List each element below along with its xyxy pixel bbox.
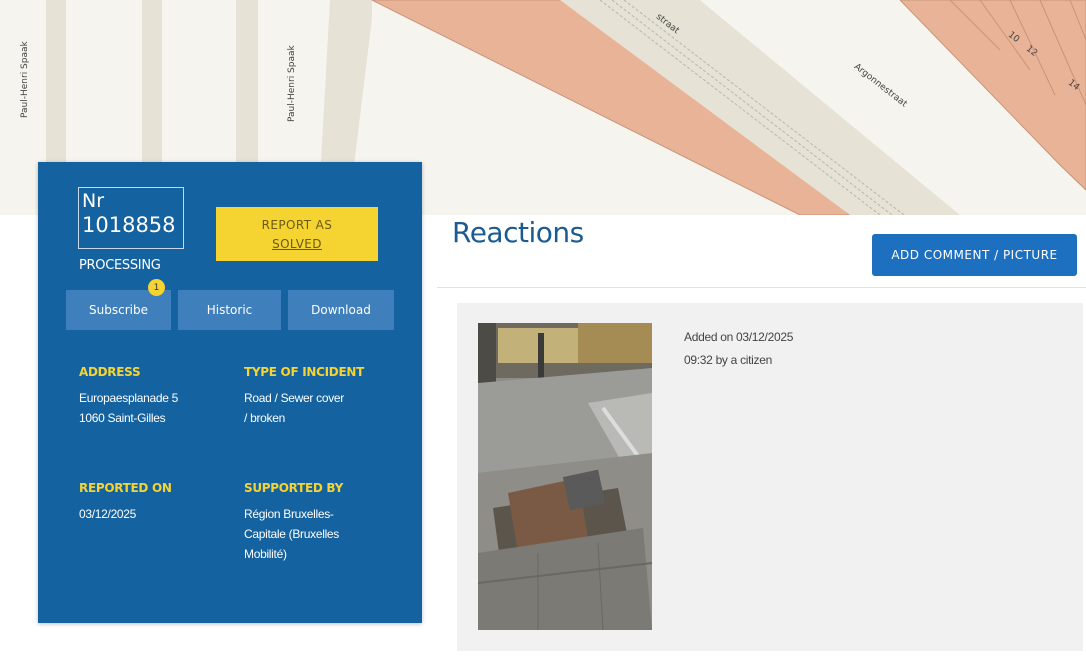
- road-strip: [236, 0, 258, 162]
- address-line: Europaesplanade 5: [79, 391, 178, 405]
- status-text: PROCESSING: [79, 258, 161, 273]
- incident-type-value: Road / Sewer cover / broken: [244, 388, 394, 428]
- reported-on-value: 03/12/2025: [79, 507, 137, 521]
- report-as-solved-label-2: SOLVED: [272, 237, 322, 251]
- address-value: Europaesplanade 5 1060 Saint-Gilles: [79, 388, 229, 428]
- incident-type-field: TYPE OF INCIDENT Road / Sewer cover / br…: [244, 365, 394, 428]
- street-label: Paul-Henri Spaak: [20, 41, 30, 118]
- divider: [437, 287, 1086, 288]
- supported-by-line: Mobilité): [244, 547, 287, 561]
- comment-item: Added on 03/12/2025 09:32 by a citizen: [457, 303, 1083, 651]
- road-strip: [46, 0, 66, 162]
- reactions-title: Reactions: [452, 216, 584, 249]
- report-as-solved-button[interactable]: REPORT AS SOLVED: [216, 207, 378, 261]
- download-button[interactable]: Download: [288, 290, 394, 330]
- comment-photo[interactable]: [478, 323, 652, 630]
- reported-on-label: REPORTED ON: [79, 481, 172, 495]
- address-label: ADDRESS: [79, 365, 141, 379]
- report-as-solved-label-1: REPORT AS: [261, 218, 333, 232]
- supported-by-line: Région Bruxelles-: [244, 507, 334, 521]
- incident-type-line: / broken: [244, 411, 285, 425]
- supported-by-label: SUPPORTED BY: [244, 481, 343, 495]
- supported-by-value: Région Bruxelles- Capitale (Bruxelles Mo…: [244, 504, 394, 564]
- comment-date: Added on 03/12/2025: [684, 330, 794, 344]
- subscribe-label: Subscribe: [89, 303, 148, 317]
- comment-author: 09:32 by a citizen: [684, 353, 772, 367]
- reported-on-field: REPORTED ON 03/12/2025: [79, 481, 229, 524]
- subscriber-count-badge: 1: [148, 279, 165, 296]
- address-field: ADDRESS Europaesplanade 5 1060 Saint-Gil…: [79, 365, 229, 428]
- historic-button[interactable]: Historic: [178, 290, 281, 330]
- incident-type-label: TYPE OF INCIDENT: [244, 365, 364, 379]
- incident-number: 1018858: [82, 213, 176, 237]
- address-line: 1060 Saint-Gilles: [79, 411, 166, 425]
- comment-meta: Added on 03/12/2025 09:32 by a citizen: [684, 326, 793, 372]
- incident-type-line: Road / Sewer cover: [244, 391, 344, 405]
- subscribe-button[interactable]: Subscribe 1: [66, 279, 171, 330]
- incident-card: Nr 1018858 PROCESSING REPORT AS SOLVED S…: [38, 162, 422, 623]
- street-label: Paul-Henri Spaak: [287, 45, 297, 122]
- supported-by-field: SUPPORTED BY Région Bruxelles- Capitale …: [244, 481, 394, 564]
- incident-number-label: Nr: [82, 190, 105, 212]
- road-strip: [142, 0, 162, 162]
- supported-by-line: Capitale (Bruxelles: [244, 527, 340, 541]
- sewer-cover-photo: [478, 323, 652, 630]
- incident-number-box: Nr 1018858: [78, 187, 184, 249]
- add-comment-picture-button[interactable]: ADD COMMENT / PICTURE: [872, 234, 1077, 276]
- download-label: Download: [311, 303, 371, 317]
- action-tabs: Subscribe 1 Historic Download: [66, 279, 394, 330]
- historic-label: Historic: [206, 303, 253, 317]
